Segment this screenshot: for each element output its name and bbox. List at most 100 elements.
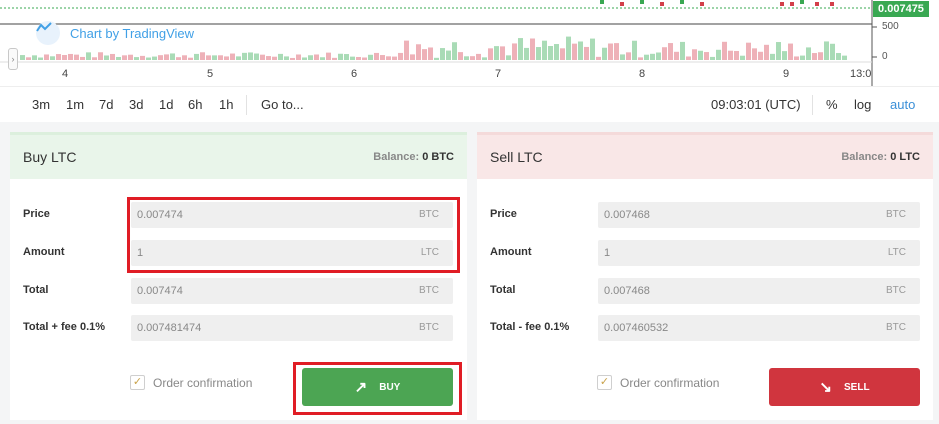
- volume-bar: [764, 44, 769, 60]
- volume-bar: [668, 43, 673, 60]
- go-to-button[interactable]: Go to...: [261, 97, 304, 112]
- sell-price-label: Price: [490, 208, 517, 220]
- volume-bar: [812, 53, 817, 60]
- percent-scale-toggle[interactable]: %: [826, 97, 838, 112]
- chart-scroll-handle[interactable]: ›: [8, 48, 18, 70]
- volume-bar: [260, 54, 265, 60]
- range-3d-button[interactable]: 3d: [129, 97, 143, 112]
- volume-bar: [584, 46, 589, 60]
- volume-bar: [74, 54, 79, 60]
- volume-bar: [116, 56, 121, 60]
- volume-bar: [410, 54, 415, 60]
- buy-order-confirmation[interactable]: ✓ Order confirmation: [130, 375, 252, 390]
- buy-panel-header: Buy LTC Balance: 0 BTC: [10, 132, 467, 179]
- range-1h-button[interactable]: 1h: [219, 97, 233, 112]
- buy-amount-row: Amount LTC: [10, 240, 467, 266]
- volume-bar: [242, 52, 247, 60]
- range-1d-button[interactable]: 1d: [159, 97, 173, 112]
- sell-total-fee-label: Total - fee 0.1%: [490, 321, 570, 333]
- toolbar-divider: [246, 95, 247, 115]
- volume-bar: [278, 53, 283, 60]
- volume-bar: [458, 52, 463, 60]
- tradingview-attribution[interactable]: Chart by TradingView: [36, 21, 194, 45]
- volume-bar: [596, 56, 601, 60]
- volume-bar: [716, 49, 721, 60]
- buy-button-label: BUY: [379, 381, 401, 393]
- volume-bar: [446, 50, 451, 60]
- sell-total-unit: BTC: [886, 285, 906, 296]
- buy-total-fee-input[interactable]: [131, 315, 453, 341]
- price-chart[interactable]: Chart by TradingView 0.007475 500 0 4 5 …: [0, 0, 939, 86]
- volume-bar: [788, 43, 793, 60]
- sell-price-input[interactable]: [598, 202, 920, 228]
- sell-total-label: Total: [490, 284, 516, 296]
- candle: [790, 2, 794, 6]
- sell-amount-field[interactable]: LTC: [598, 240, 920, 266]
- checkmark-icon[interactable]: ✓: [130, 375, 145, 390]
- volume-bar: [710, 56, 715, 60]
- log-scale-toggle[interactable]: log: [854, 97, 871, 112]
- volume-bar: [722, 41, 727, 60]
- volume-bar: [620, 54, 625, 60]
- candle: [800, 0, 804, 4]
- volume-bar: [506, 55, 511, 60]
- auto-scale-toggle[interactable]: auto: [890, 97, 915, 112]
- candle: [700, 2, 704, 6]
- buy-button[interactable]: ↗ BUY: [302, 368, 453, 406]
- buy-total-field[interactable]: BTC: [131, 278, 453, 304]
- volume-bar: [158, 55, 163, 60]
- buy-total-input[interactable]: [131, 278, 453, 304]
- volume-bar: [782, 51, 787, 60]
- volume-bar: [122, 55, 127, 60]
- volume-bar: [44, 54, 49, 60]
- candle: [660, 2, 664, 6]
- y-axis-label: 500: [882, 21, 899, 32]
- volume-bar: [290, 57, 295, 60]
- sell-panel-header: Sell LTC Balance: 0 LTC: [477, 132, 933, 179]
- volume-bar: [326, 52, 331, 60]
- sell-total-input[interactable]: [598, 278, 920, 304]
- volume-bar: [374, 52, 379, 60]
- sell-button[interactable]: ↘ SELL: [769, 368, 920, 406]
- buy-total-fee-field[interactable]: BTC: [131, 315, 453, 341]
- utc-clock[interactable]: 09:03:01 (UTC): [711, 97, 801, 112]
- sell-order-confirmation[interactable]: ✓ Order confirmation: [597, 375, 719, 390]
- volume-bar: [164, 54, 169, 60]
- volume-bar: [740, 55, 745, 60]
- sell-total-field[interactable]: BTC: [598, 278, 920, 304]
- volume-bar: [758, 51, 763, 60]
- candle: [780, 2, 784, 6]
- checkmark-icon[interactable]: ✓: [597, 375, 612, 390]
- volume-bar: [188, 57, 193, 60]
- volume-bar: [296, 54, 301, 60]
- volume-bar: [590, 38, 595, 60]
- volume-bar: [218, 55, 223, 60]
- sell-amount-input[interactable]: [598, 240, 920, 266]
- buy-amount-input[interactable]: [131, 240, 453, 266]
- range-3m-button[interactable]: 3m: [32, 97, 50, 112]
- buy-price-input[interactable]: [131, 202, 453, 228]
- volume-bar: [206, 55, 211, 60]
- sell-price-field[interactable]: BTC: [598, 202, 920, 228]
- range-1m-button[interactable]: 1m: [66, 97, 84, 112]
- volume-bar: [104, 55, 109, 60]
- volume-bar: [644, 54, 649, 60]
- volume-bar: [26, 57, 31, 60]
- volume-bar: [842, 55, 847, 60]
- arrow-down-right-icon: ↘: [819, 378, 832, 396]
- buy-price-field[interactable]: BTC: [131, 202, 453, 228]
- sell-total-fee-input[interactable]: [598, 315, 920, 341]
- volume-bar: [332, 57, 337, 60]
- volume-bar: [350, 56, 355, 60]
- volume-bar: [152, 56, 157, 60]
- range-6h-button[interactable]: 6h: [188, 97, 202, 112]
- buy-amount-field[interactable]: LTC: [131, 240, 453, 266]
- buy-amount-label: Amount: [23, 246, 65, 258]
- sell-total-fee-field[interactable]: BTC: [598, 315, 920, 341]
- volume-bar: [518, 38, 523, 60]
- volume-bar: [494, 46, 499, 60]
- sell-button-label: SELL: [844, 381, 870, 393]
- volume-bar: [344, 54, 349, 60]
- balance-label: Balance:: [373, 151, 420, 163]
- range-7d-button[interactable]: 7d: [99, 97, 113, 112]
